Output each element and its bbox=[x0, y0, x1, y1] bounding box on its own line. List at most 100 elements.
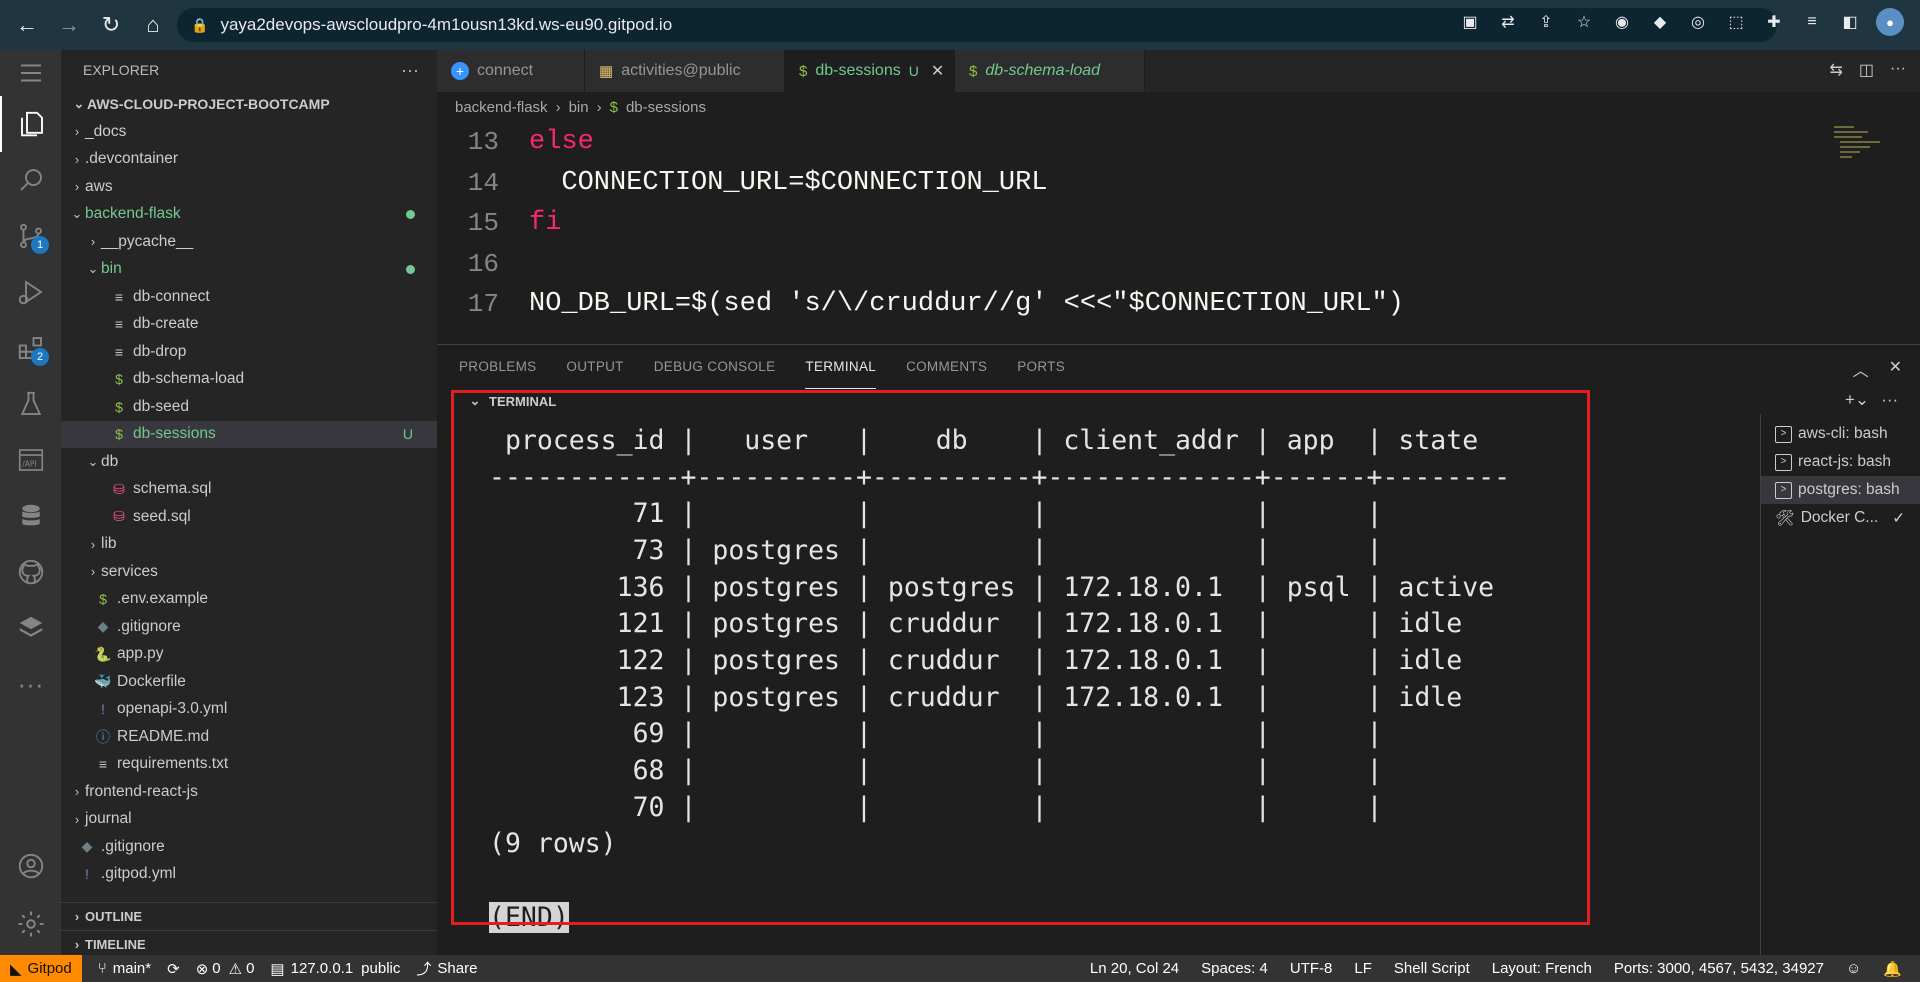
profile-avatar[interactable]: ● bbox=[1876, 8, 1904, 36]
star-icon[interactable]: ☆ bbox=[1572, 10, 1596, 34]
breadcrumb-item[interactable]: bin bbox=[569, 99, 589, 116]
tab-db-sessions[interactable]: $ db-sessions U ✕ bbox=[785, 50, 955, 92]
folder-item[interactable]: › __pycache__ bbox=[61, 228, 437, 256]
sidepanel-icon[interactable]: ◧ bbox=[1838, 10, 1862, 34]
file-item[interactable]: ! .gitpod.yml bbox=[61, 861, 437, 889]
run-debug-icon[interactable] bbox=[0, 264, 61, 320]
language-mode[interactable]: Shell Script bbox=[1394, 960, 1470, 977]
extension-icon[interactable]: ◉ bbox=[1610, 10, 1634, 34]
share-icon[interactable]: ⇪ bbox=[1534, 10, 1558, 34]
source-control-icon[interactable]: 1 bbox=[0, 208, 61, 264]
translate-icon[interactable]: ⇄ bbox=[1496, 10, 1520, 34]
folder-item[interactable]: › _docs bbox=[61, 118, 437, 146]
file-item[interactable]: ≡ db-create bbox=[61, 311, 437, 339]
extensions-icon[interactable]: 2 bbox=[0, 320, 61, 376]
back-icon[interactable]: ← bbox=[6, 4, 48, 46]
indentation[interactable]: Spaces: 4 bbox=[1201, 960, 1268, 977]
file-item[interactable]: ◆ .gitignore bbox=[61, 833, 437, 861]
folder-item[interactable]: ⌄ backend-flask bbox=[61, 201, 437, 229]
terminal-item-postgres[interactable]: > postgres: bash bbox=[1761, 476, 1920, 504]
folder-item[interactable]: ⌄ bin bbox=[61, 256, 437, 284]
tab-output[interactable]: OUTPUT bbox=[566, 345, 623, 389]
keyboard-layout[interactable]: Layout: French bbox=[1492, 960, 1592, 977]
file-item[interactable]: 🐳 Dockerfile bbox=[61, 668, 437, 696]
ports-indicator[interactable]: Ports: 3000, 4567, 5432, 34927 bbox=[1614, 960, 1824, 977]
menu-icon[interactable] bbox=[0, 50, 61, 96]
sync-icon[interactable]: ⟳ bbox=[167, 960, 180, 978]
terminal-item-react-js[interactable]: > react-js: bash bbox=[1761, 448, 1920, 476]
forward-icon[interactable]: → bbox=[48, 4, 90, 46]
file-item[interactable]: $ db-schema-load bbox=[61, 366, 437, 394]
breadcrumb-item[interactable]: backend-flask bbox=[455, 99, 548, 116]
close-icon[interactable]: ✕ bbox=[931, 61, 944, 81]
gitpod-button[interactable]: ◣ Gitpod bbox=[0, 955, 82, 982]
tab-connect[interactable]: + connect bbox=[437, 50, 585, 92]
tab-ports[interactable]: PORTS bbox=[1017, 345, 1065, 389]
terminal[interactable]: process_id | user | db | client_addr | a… bbox=[437, 414, 1757, 955]
line-ending[interactable]: LF bbox=[1354, 960, 1372, 977]
split-editor-icon[interactable]: ◫ bbox=[1859, 60, 1874, 80]
compare-icon[interactable]: ⇆ bbox=[1829, 60, 1842, 80]
api-icon[interactable]: /API bbox=[0, 432, 61, 488]
timeline-section[interactable]: › TIMELINE bbox=[61, 930, 437, 958]
new-terminal-icon[interactable]: +⌄ bbox=[1845, 390, 1869, 410]
search-icon[interactable] bbox=[0, 152, 61, 208]
tab-db-schema-load[interactable]: $ db-schema-load bbox=[955, 50, 1145, 92]
file-item[interactable]: $ db-seed bbox=[61, 393, 437, 421]
project-root[interactable]: ⌄ AWS-CLOUD-PROJECT-BOOTCAMP bbox=[61, 90, 437, 118]
close-panel-icon[interactable]: ✕ bbox=[1889, 357, 1902, 381]
share-button[interactable]: ⤴ Share bbox=[416, 958, 477, 979]
more-icon[interactable]: ··· bbox=[0, 656, 61, 712]
breadcrumb-item[interactable]: db-sessions bbox=[626, 99, 706, 116]
file-item[interactable]: ◆ .gitignore bbox=[61, 613, 437, 641]
tab-terminal[interactable]: TERMINAL bbox=[805, 345, 877, 389]
github-icon[interactable] bbox=[0, 544, 61, 600]
file-item[interactable]: ≡ db-drop bbox=[61, 338, 437, 366]
terminal-item-docker[interactable]: 🛠 Docker C... ✓ bbox=[1761, 504, 1920, 532]
db-connection[interactable]: ▤ 127.0.0.1 public bbox=[270, 960, 400, 978]
folder-item[interactable]: › journal bbox=[61, 806, 437, 834]
file-item[interactable]: $ .env.example bbox=[61, 586, 437, 614]
tab-comments[interactable]: COMMENTS bbox=[906, 345, 987, 389]
notifications-bell-icon[interactable]: 🔔 bbox=[1883, 960, 1902, 978]
more-actions-icon[interactable]: ··· bbox=[1890, 60, 1906, 80]
file-item[interactable]: ≡ db-connect bbox=[61, 283, 437, 311]
maximize-panel-icon[interactable]: ︿ bbox=[1853, 357, 1869, 381]
feedback-icon[interactable]: ☺ bbox=[1846, 960, 1861, 977]
folder-item[interactable]: › frontend-react-js bbox=[61, 778, 437, 806]
file-item[interactable]: $ db-sessions U bbox=[61, 420, 437, 448]
code-editor[interactable]: 13 else 14 CONNECTION_URL=$CONNECTION_URL… bbox=[437, 122, 1920, 344]
file-item[interactable]: ≡ requirements.txt bbox=[61, 751, 437, 779]
tab-activities[interactable]: ▦ activities@public bbox=[585, 50, 785, 92]
extension-icon[interactable]: ◎ bbox=[1686, 10, 1710, 34]
file-item[interactable]: ⛁ seed.sql bbox=[61, 503, 437, 531]
folder-item[interactable]: ⌄ db bbox=[61, 448, 437, 476]
terminal-item-aws-cli[interactable]: > aws-cli: bash bbox=[1761, 420, 1920, 448]
docker-icon[interactable] bbox=[0, 600, 61, 656]
more-actions-icon[interactable]: ··· bbox=[1881, 390, 1898, 410]
database-icon[interactable] bbox=[0, 488, 61, 544]
settings-gear-icon[interactable] bbox=[0, 896, 61, 952]
file-item[interactable]: 🐍 app.py bbox=[61, 641, 437, 669]
home-icon[interactable]: ⌂ bbox=[132, 4, 174, 46]
more-actions-icon[interactable]: ··· bbox=[401, 60, 419, 81]
minimap[interactable] bbox=[1830, 122, 1900, 182]
screenshot-icon[interactable]: ⬚ bbox=[1724, 10, 1748, 34]
explorer-icon[interactable] bbox=[0, 96, 61, 152]
branch-indicator[interactable]: ⑂ main* bbox=[98, 960, 151, 977]
file-item[interactable]: ⓘ README.md bbox=[61, 723, 437, 751]
cast-icon[interactable]: ▣ bbox=[1458, 10, 1482, 34]
extension-icon[interactable]: ◆ bbox=[1648, 10, 1672, 34]
file-item[interactable]: ! openapi-3.0.yml bbox=[61, 696, 437, 724]
file-item[interactable]: ⛁ schema.sql bbox=[61, 476, 437, 504]
cursor-position[interactable]: Ln 20, Col 24 bbox=[1090, 960, 1179, 977]
outline-section[interactable]: › OUTLINE bbox=[61, 902, 437, 930]
folder-item[interactable]: › services bbox=[61, 558, 437, 586]
puzzle-icon[interactable]: ✚ bbox=[1762, 10, 1786, 34]
problems-indicator[interactable]: ⊗ 0 ⚠ 0 bbox=[196, 960, 255, 978]
folder-item[interactable]: › lib bbox=[61, 531, 437, 559]
terminal-header[interactable]: ⌄ TERMINAL bbox=[437, 388, 1757, 414]
folder-item[interactable]: › aws bbox=[61, 173, 437, 201]
tab-debug-console[interactable]: DEBUG CONSOLE bbox=[654, 345, 776, 389]
playlist-icon[interactable]: ≡ bbox=[1800, 10, 1824, 34]
